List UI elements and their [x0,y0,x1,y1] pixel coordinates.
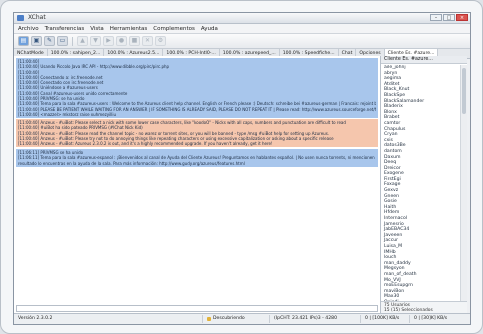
chat-input[interactable] [16,305,378,312]
folder-icon[interactable]: ▭ [57,36,68,46]
status-bar: Versión 2.3.0.2 Descubriendo (IpCHT: 23.… [14,313,470,324]
nat-status[interactable]: Descubriendo [203,315,270,323]
menu-vista[interactable]: Vista [90,26,104,32]
window-controls: – □ × [430,14,468,21]
menu-bar: Archivo Transferencias Vista Herramienta… [14,24,470,34]
title-bar: XChat – □ × [14,13,470,24]
toolbar-separator [72,36,73,46]
app-icon [17,15,24,21]
new-torrent-icon[interactable]: ✎ [44,36,55,46]
down-icon[interactable]: ▼ [90,36,101,46]
start-icon[interactable]: ● [116,36,127,46]
version-status: Versión 2.3.0.2 [14,315,203,323]
nick-list: aile_johnj abryn aegima Atditet Black_Knut Bl… [381,65,464,301]
scrollbar-thumb[interactable] [462,68,466,114]
maximize-button[interactable]: □ [443,14,455,21]
remove-icon[interactable]: ✕ [142,36,153,46]
upload-speed[interactable]: 0 | [30]K] KB/s [410,315,458,323]
message-block-bot: [11:00:40] Anzeus - #uiBot: Please selec… [16,119,378,148]
stop-icon[interactable]: ■ [129,36,140,46]
close-button[interactable]: × [456,14,468,21]
app-window: XChat – □ × Archivo Transferencias Vista… [13,12,471,325]
nick-list-scrollbar[interactable] [460,65,467,301]
chat-log: [11:00:40] [11:00:40] Usando Piccolo Jav… [14,56,381,314]
log-line: resultado lo encuentras en la ayuda de l… [18,160,245,166]
menu-archivo[interactable]: Archivo [18,26,39,32]
chat-area: [11:00:40] [11:00:40] Usando Piccolo Jav… [14,56,470,314]
screenshot-frame: XChat – □ × Archivo Transferencias Vista… [0,0,483,334]
nick-panel: Cliente Es. #azure... aile_johnj abryn aeg… [381,56,467,314]
up-icon[interactable]: ▲ [77,36,88,46]
menu-herramientas[interactable]: Herramientas [110,26,147,32]
menu-complementos[interactable]: Complementos [153,26,195,32]
log-line: [11:00:40] Tema para la sala #azureus-us… [18,101,376,107]
toolbar: ▤ ▣ ✎ ▭ ▲ ▼ ▶ ● ■ ✕ ⚙ [14,34,470,49]
log-line: [11:00:40] Anzeus - #uiBot: Azureus 2.3.… [18,141,273,147]
download-speed[interactable]: 0 | [100K] KB/s [361,315,410,323]
dht-status: (IpCHT: 23.421 IPs)3 - 4280 [270,315,361,323]
window-title: XChat [28,14,46,21]
open-torrent-icon[interactable]: ▤ [18,36,29,46]
settings-icon[interactable]: ⚙ [155,36,166,46]
nat-status-text: Descubriendo [213,316,245,321]
minimize-button[interactable]: – [430,14,442,21]
message-block-topic: [11:06:11] PRIVMSG se ha unido [11:06:11… [16,149,378,167]
message-block-join: [11:00:40] [11:00:40] Usando Piccolo Jav… [16,58,378,119]
menu-ayuda[interactable]: Ayuda [201,26,218,32]
menu-transferencias[interactable]: Transferencias [45,26,85,32]
log-line: [11:06:11] Tema para la sala #azureus-es… [18,155,376,161]
run-icon[interactable]: ▶ [103,36,114,46]
nat-lock-icon [207,317,211,321]
open-url-icon[interactable]: ▣ [31,36,42,46]
nick-panel-header: Cliente Es. #azure... [381,56,467,64]
log-line: [11:00:40] <mazzel> mkstorz raise xuhmez… [18,111,117,117]
